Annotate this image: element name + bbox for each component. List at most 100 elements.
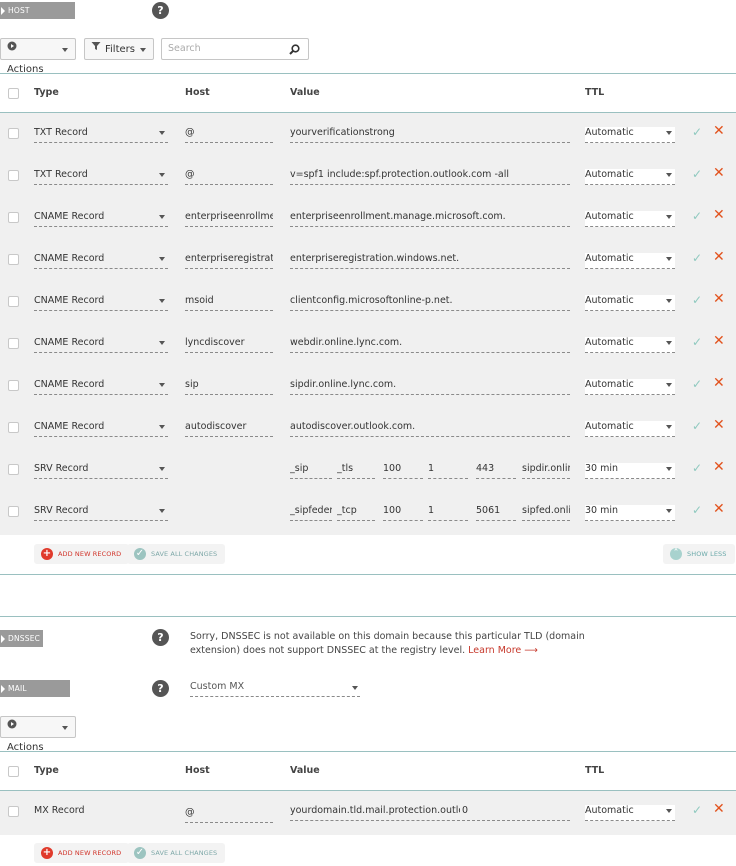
srv-priority-input[interactable]: 100 (383, 505, 423, 521)
check-icon[interactable]: ✓ (692, 803, 702, 817)
close-icon[interactable]: ✕ (713, 501, 725, 517)
row-checkbox[interactable] (8, 170, 19, 181)
value-input[interactable]: webdir.online.lync.com. (290, 337, 570, 353)
type-select[interactable]: CNAME Record (34, 253, 168, 269)
row-checkbox[interactable] (8, 338, 19, 349)
mail-mode-select[interactable]: Custom MX (190, 681, 360, 697)
type-select[interactable]: SRV Record (34, 463, 168, 479)
check-icon[interactable]: ✓ (692, 251, 702, 265)
search-icon[interactable] (289, 43, 300, 63)
dnssec-help-icon[interactable]: ? (152, 629, 169, 646)
close-icon[interactable]: ✕ (713, 417, 725, 433)
srv-port-input[interactable]: 5061 (476, 505, 516, 521)
srv-target-input[interactable]: sipdir.online.lync.com (522, 463, 570, 479)
ttl-select[interactable]: Automatic (585, 295, 675, 311)
srv-service-input[interactable]: _sipfederationtls (290, 505, 332, 521)
host-records-help-icon[interactable]: ? (152, 2, 169, 19)
srv-weight-input[interactable]: 1 (428, 505, 468, 521)
ttl-select[interactable]: Automatic (585, 379, 675, 395)
mx-value-input[interactable]: yourdomain.tld.mail.protection.outlook.c… (290, 805, 460, 821)
srv-port-input[interactable]: 443 (476, 463, 516, 479)
close-icon[interactable]: ✕ (713, 291, 725, 307)
type-select[interactable]: CNAME Record (34, 211, 168, 227)
mx-priority-input[interactable]: 0 (462, 805, 570, 821)
type-select[interactable]: SRV Record (34, 505, 168, 521)
check-icon[interactable]: ✓ (692, 377, 702, 391)
show-less-button[interactable]: ˄ SHOW LESS (663, 544, 735, 564)
mail-settings-help-icon[interactable]: ? (152, 680, 169, 697)
type-select[interactable]: CNAME Record (34, 421, 168, 437)
ttl-select[interactable]: Automatic (585, 337, 675, 353)
save-all-changes-button[interactable]: ✓ SAVE ALL CHANGES (127, 544, 226, 564)
ttl-select[interactable]: Automatic (585, 127, 675, 143)
ttl-select[interactable]: Automatic (585, 211, 675, 227)
check-icon[interactable]: ✓ (692, 503, 702, 517)
value-input[interactable]: clientconfig.microsoftonline-p.net. (290, 295, 570, 311)
close-icon[interactable]: ✕ (713, 801, 725, 817)
value-input[interactable]: v=spf1 include:spf.protection.outlook.co… (290, 169, 570, 185)
close-icon[interactable]: ✕ (713, 249, 725, 265)
srv-protocol-input[interactable]: _tcp (337, 505, 375, 521)
ttl-select[interactable]: 30 min (585, 505, 675, 521)
select-all-checkbox[interactable] (8, 766, 19, 777)
ttl-select[interactable]: Automatic (585, 805, 675, 821)
value-input[interactable]: yourverificationstrong (290, 127, 570, 143)
mail-actions-button[interactable]: Actions (0, 716, 76, 753)
filters-button[interactable]: Filters (84, 38, 154, 60)
host-input[interactable]: @ (185, 169, 273, 185)
type-select[interactable]: TXT Record (34, 127, 168, 143)
check-icon[interactable]: ✓ (692, 209, 702, 223)
row-checkbox[interactable] (8, 506, 19, 517)
add-new-record-button[interactable]: + ADD NEW RECORD (34, 544, 130, 564)
host-input[interactable]: enterpriseregistration (185, 253, 273, 269)
actions-button[interactable]: Actions (0, 38, 76, 75)
host-input[interactable]: @ (185, 127, 273, 143)
host-input[interactable]: lyncdiscover (185, 337, 273, 353)
value-input[interactable]: enterpriseenrollment.manage.microsoft.co… (290, 211, 570, 227)
close-icon[interactable]: ✕ (713, 165, 725, 181)
type-select[interactable]: CNAME Record (34, 295, 168, 311)
value-input[interactable]: enterpriseregistration.windows.net. (290, 253, 570, 269)
srv-service-input[interactable]: _sip (290, 463, 332, 479)
learn-more-link[interactable]: Learn More ⟶ (468, 645, 538, 656)
value-input[interactable]: autodiscover.outlook.com. (290, 421, 570, 437)
ttl-select[interactable]: Automatic (585, 421, 675, 437)
close-icon[interactable]: ✕ (713, 375, 725, 391)
select-all-checkbox[interactable] (8, 88, 19, 99)
srv-protocol-input[interactable]: _tls (337, 463, 375, 479)
host-input[interactable]: @ (185, 807, 273, 823)
check-icon[interactable]: ✓ (692, 125, 702, 139)
row-checkbox[interactable] (8, 128, 19, 139)
close-icon[interactable]: ✕ (713, 333, 725, 349)
mail-add-new-record-button[interactable]: + ADD NEW RECORD (34, 843, 130, 863)
ttl-select[interactable]: Automatic (585, 169, 675, 185)
mail-save-all-changes-button[interactable]: ✓ SAVE ALL CHANGES (127, 843, 226, 863)
srv-priority-input[interactable]: 100 (383, 463, 423, 479)
type-select[interactable]: TXT Record (34, 169, 168, 185)
check-icon[interactable]: ✓ (692, 167, 702, 181)
row-checkbox[interactable] (8, 212, 19, 223)
srv-weight-input[interactable]: 1 (428, 463, 468, 479)
check-icon[interactable]: ✓ (692, 335, 702, 349)
type-select[interactable]: CNAME Record (34, 337, 168, 353)
close-icon[interactable]: ✕ (713, 123, 725, 139)
close-icon[interactable]: ✕ (713, 459, 725, 475)
check-icon[interactable]: ✓ (692, 419, 702, 433)
ttl-select[interactable]: Automatic (585, 253, 675, 269)
value-input[interactable]: sipdir.online.lync.com. (290, 379, 570, 395)
host-input[interactable]: sip (185, 379, 273, 395)
row-checkbox[interactable] (8, 422, 19, 433)
check-icon[interactable]: ✓ (692, 293, 702, 307)
host-input[interactable]: msoid (185, 295, 273, 311)
row-checkbox[interactable] (8, 380, 19, 391)
srv-target-input[interactable]: sipfed.online.lync.com (522, 505, 570, 521)
row-checkbox[interactable] (8, 464, 19, 475)
row-checkbox[interactable] (8, 254, 19, 265)
ttl-select[interactable]: 30 min (585, 463, 675, 479)
close-icon[interactable]: ✕ (713, 207, 725, 223)
search-input[interactable]: Search (161, 38, 309, 60)
row-checkbox[interactable] (8, 806, 19, 817)
host-input[interactable]: enterpriseenrollment (185, 211, 273, 227)
host-input[interactable]: autodiscover (185, 421, 273, 437)
type-select[interactable]: CNAME Record (34, 379, 168, 395)
